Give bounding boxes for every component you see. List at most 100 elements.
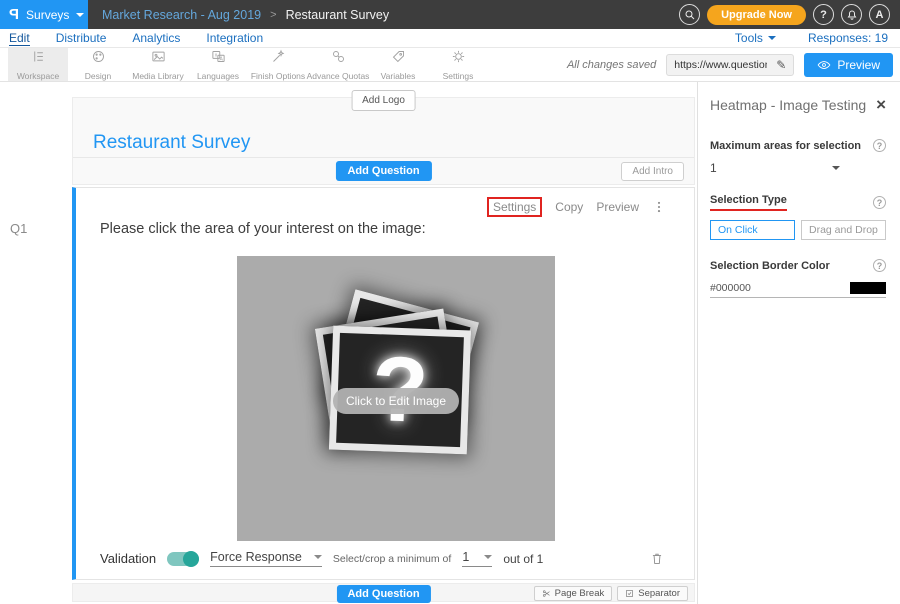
separator-label: Separator bbox=[638, 588, 680, 599]
palette-icon bbox=[91, 49, 106, 69]
chevron-down-icon bbox=[314, 555, 322, 559]
chevron-down-icon bbox=[484, 555, 492, 559]
add-intro-button[interactable]: Add Intro bbox=[621, 162, 684, 181]
tab-edit[interactable]: Edit bbox=[9, 31, 30, 46]
toolbar-design-label: Design bbox=[85, 71, 111, 81]
toggle-knob bbox=[183, 551, 199, 567]
toolbar-variables-label: Variables bbox=[381, 71, 416, 81]
heatmap-image-placeholder[interactable]: ? Click to Edit Image bbox=[237, 256, 555, 541]
toolbar-media-library[interactable]: Media Library bbox=[128, 48, 188, 81]
question-text[interactable]: Please click the area of your interest o… bbox=[100, 221, 426, 237]
search-button[interactable] bbox=[679, 4, 700, 25]
tools-label: Tools bbox=[735, 31, 763, 45]
on-click-option[interactable]: On Click bbox=[710, 220, 795, 240]
question-number: Q1 bbox=[10, 221, 27, 236]
search-icon bbox=[684, 9, 696, 21]
minimum-count-select[interactable]: 1 bbox=[462, 550, 492, 567]
app-root: P Surveys Market Research - Aug 2019 > R… bbox=[0, 0, 900, 604]
breadcrumb-current: Restaurant Survey bbox=[286, 8, 390, 22]
close-panel-button[interactable]: × bbox=[876, 96, 886, 113]
add-question-button[interactable]: Add Question bbox=[335, 161, 431, 181]
breadcrumb-separator: > bbox=[270, 9, 276, 21]
toolbar-languages[interactable]: xA Languages bbox=[188, 48, 248, 81]
add-question-bottom-button[interactable]: Add Question bbox=[336, 585, 430, 603]
color-swatch[interactable] bbox=[850, 282, 886, 294]
validation-row: Validation Force Response Select/crop a … bbox=[100, 550, 664, 567]
max-areas-value: 1 bbox=[710, 161, 717, 175]
validation-type-value: Force Response bbox=[210, 550, 302, 564]
max-areas-row: Maximum areas for selection ? bbox=[710, 139, 886, 152]
toolbar-settings[interactable]: Settings bbox=[428, 48, 488, 81]
scissors-icon bbox=[542, 589, 551, 598]
save-status: All changes saved bbox=[567, 59, 656, 71]
add-question-strip: Add Question Page Break Separator bbox=[72, 583, 695, 602]
breadcrumb-parent-link[interactable]: Market Research - Aug 2019 bbox=[102, 8, 261, 22]
preview-button[interactable]: Preview bbox=[804, 53, 893, 77]
toolbar-finish-options-label: Finish Options bbox=[251, 71, 305, 81]
add-logo-button[interactable]: Add Logo bbox=[351, 90, 416, 111]
edit-image-button[interactable]: Click to Edit Image bbox=[333, 388, 459, 414]
bell-icon bbox=[846, 9, 858, 21]
survey-editor-column: Add Logo Restaurant Survey Add Question … bbox=[72, 82, 695, 602]
survey-title[interactable]: Restaurant Survey bbox=[93, 132, 250, 154]
toolbar-workspace[interactable]: Workspace bbox=[8, 48, 68, 81]
preview-button-label: Preview bbox=[837, 58, 880, 72]
validation-toggle[interactable] bbox=[167, 552, 199, 566]
toolbar-media-library-label: Media Library bbox=[132, 71, 184, 81]
border-color-input[interactable]: #000000 bbox=[710, 282, 886, 298]
questionpro-logo-icon[interactable]: P bbox=[9, 6, 19, 23]
tab-integration[interactable]: Integration bbox=[206, 31, 263, 45]
max-areas-select[interactable]: 1 bbox=[710, 161, 840, 175]
question-card: Settings Copy Preview Please click the a… bbox=[72, 187, 695, 580]
toolbar-finish-options[interactable]: Finish Options bbox=[248, 48, 308, 81]
toolbar-design[interactable]: Design bbox=[68, 48, 128, 81]
question-settings-action[interactable]: Settings bbox=[487, 197, 542, 217]
border-color-label: Selection Border Color bbox=[710, 260, 830, 272]
border-color-value: #000000 bbox=[710, 282, 751, 294]
help-icon[interactable]: ? bbox=[873, 139, 886, 152]
topbar-actions: Upgrade Now ? A bbox=[679, 4, 900, 25]
workspace-icon bbox=[31, 49, 46, 69]
trash-icon bbox=[650, 551, 664, 566]
tab-analytics[interactable]: Analytics bbox=[132, 31, 180, 45]
survey-url-input[interactable] bbox=[667, 59, 769, 71]
drag-and-drop-option[interactable]: Drag and Drop bbox=[801, 220, 886, 240]
toolbar-advance-quotas[interactable]: Advance Quotas bbox=[308, 48, 368, 81]
tab-bar: Edit Distribute Analytics Integration To… bbox=[0, 29, 900, 48]
upgrade-button[interactable]: Upgrade Now bbox=[707, 5, 806, 25]
avatar[interactable]: A bbox=[869, 4, 890, 25]
eye-icon bbox=[817, 60, 831, 70]
image-icon bbox=[151, 49, 166, 69]
toolbar-settings-label: Settings bbox=[443, 71, 474, 81]
question-preview-action[interactable]: Preview bbox=[596, 200, 639, 214]
notifications-button[interactable] bbox=[841, 4, 862, 25]
validation-type-select[interactable]: Force Response bbox=[210, 550, 322, 567]
delete-question-button[interactable] bbox=[650, 551, 664, 566]
survey-header-actions: Add Question Add Intro bbox=[73, 157, 694, 184]
question-settings-panel: Heatmap - Image Testing × Maximum areas … bbox=[697, 82, 900, 604]
more-options-button[interactable] bbox=[652, 200, 666, 214]
help-button[interactable]: ? bbox=[813, 4, 834, 25]
surveys-menu[interactable]: P Surveys bbox=[0, 0, 88, 29]
toolbar-variables[interactable]: Variables bbox=[368, 48, 428, 81]
question-copy-action[interactable]: Copy bbox=[555, 200, 583, 214]
help-icon[interactable]: ? bbox=[873, 196, 886, 209]
surveys-menu-label: Surveys bbox=[26, 8, 69, 22]
minimum-select-label: Select/crop a minimum of bbox=[333, 553, 451, 565]
panel-title: Heatmap - Image Testing bbox=[710, 97, 866, 113]
page-break-button[interactable]: Page Break bbox=[534, 586, 613, 601]
main-content: Q1 Add Logo Restaurant Survey Add Questi… bbox=[0, 82, 900, 604]
chevron-down-icon bbox=[832, 166, 840, 170]
edit-url-icon[interactable]: ✎ bbox=[769, 58, 793, 72]
max-areas-label: Maximum areas for selection bbox=[710, 140, 861, 152]
minimum-count-value: 1 bbox=[462, 550, 469, 564]
separator-button[interactable]: Separator bbox=[617, 586, 688, 601]
tools-menu[interactable]: Tools bbox=[735, 31, 776, 45]
checkbox-icon bbox=[625, 589, 634, 598]
magic-wand-icon bbox=[271, 49, 286, 69]
help-icon[interactable]: ? bbox=[873, 259, 886, 272]
tab-distribute[interactable]: Distribute bbox=[56, 31, 107, 45]
validation-label: Validation bbox=[100, 551, 156, 566]
breadcrumb: Market Research - Aug 2019 > Restaurant … bbox=[102, 8, 389, 22]
responses-count[interactable]: Responses: 19 bbox=[808, 31, 888, 45]
